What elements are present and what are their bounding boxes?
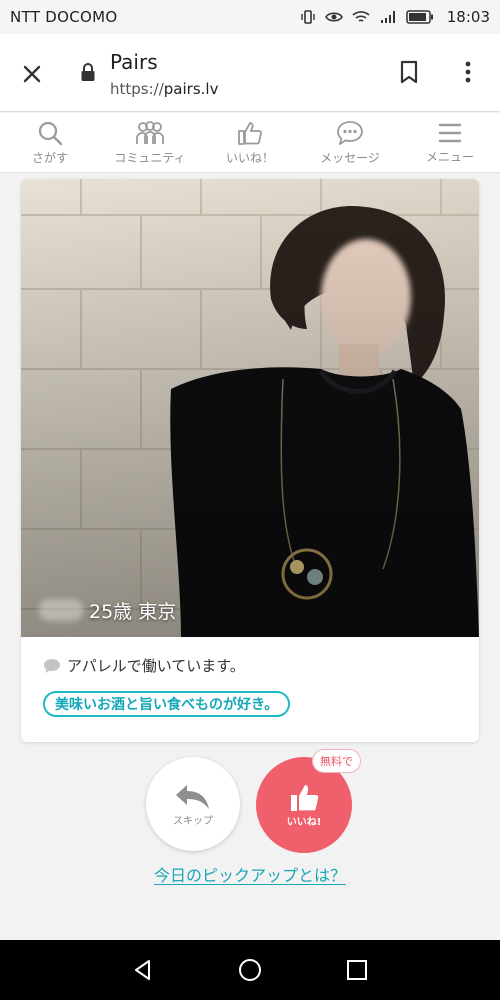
lock-icon	[81, 63, 95, 81]
nav-likes[interactable]: いいね！	[200, 113, 300, 172]
undo-arrow-icon	[176, 784, 209, 809]
clock: 18:03	[446, 8, 490, 26]
bookmark-icon	[400, 60, 418, 84]
profile-photo-illustration	[21, 179, 479, 637]
skip-label: スキップ	[173, 815, 213, 827]
menu-icon	[438, 123, 462, 142]
signal-icon	[380, 11, 395, 23]
nav-community-label: コミュニティ	[114, 150, 186, 165]
home-circle-icon	[238, 959, 261, 981]
nav-menu-label: メニュー	[425, 149, 474, 164]
carrier-name: NTT DOCOMO	[10, 8, 118, 26]
status-icons: 18:03	[300, 8, 490, 26]
skip-button[interactable]: スキップ	[146, 757, 240, 851]
battery-icon	[406, 10, 433, 24]
bookmark-button[interactable]	[396, 56, 422, 88]
profile-card[interactable]: 25歳 東京 アパレルで働いています。 美味いお酒と旨い食べものが好き。	[21, 179, 479, 742]
thumbs-up-icon	[238, 121, 262, 145]
more-vert-icon	[465, 61, 471, 83]
pickup-info-link: 今日のピックアップとは？	[0, 862, 500, 886]
home-button[interactable]	[230, 950, 270, 990]
nav-community[interactable]: コミュニティ	[100, 113, 200, 172]
back-triangle-icon	[135, 960, 151, 980]
nav-likes-label: いいね！	[225, 150, 274, 165]
search-icon	[38, 121, 63, 145]
speech-bubble-icon	[44, 658, 60, 673]
page-url: https://pairs.lv	[110, 80, 218, 98]
vibrate-icon	[301, 10, 315, 24]
like-label: いいね!	[286, 816, 322, 828]
nav-messages[interactable]: メッセージ	[300, 113, 400, 172]
thumbs-up-icon	[291, 784, 319, 811]
free-badge: 無料で	[312, 749, 361, 773]
nav-search-label: さがす	[31, 150, 68, 165]
nav-search[interactable]: さがす	[0, 113, 100, 172]
profile-tag[interactable]: 美味いお酒と旨い食べものが好き。	[43, 691, 291, 717]
close-icon	[23, 65, 41, 83]
name-blur	[39, 599, 83, 621]
profile-photo[interactable]: 25歳 東京	[21, 179, 479, 637]
profile-age-location: 25歳 東京	[89, 601, 177, 623]
more-options-button[interactable]	[456, 56, 480, 88]
pickup-info-link-text[interactable]: 今日のピックアップとは？	[154, 866, 346, 885]
main-content: 25歳 東京 アパレルで働いています。 美味いお酒と旨い食べものが好き。 スキッ…	[0, 173, 500, 940]
nav-messages-label: メッセージ	[320, 150, 380, 165]
eye-comfort-icon	[324, 12, 343, 22]
back-button[interactable]	[123, 950, 163, 990]
wifi-icon	[352, 11, 370, 22]
close-button[interactable]	[16, 58, 48, 90]
page-title: Pairs	[110, 50, 158, 74]
url-host: pairs.lv	[163, 80, 219, 98]
recents-button[interactable]	[337, 950, 377, 990]
url-scheme: https://	[110, 80, 164, 98]
profile-bio-text: アパレルで働いています。	[67, 657, 245, 675]
recents-square-icon	[346, 960, 367, 980]
message-icon	[337, 120, 363, 145]
profile-bio: アパレルで働いています。	[43, 655, 245, 676]
nav-menu[interactable]: メニュー	[400, 113, 500, 172]
system-nav-bar	[0, 940, 500, 1000]
community-icon	[136, 120, 164, 144]
browser-toolbar: Pairs https://pairs.lv	[0, 34, 500, 112]
status-bar: NTT DOCOMO 18:03	[0, 0, 500, 34]
app-nav: さがす コミュニティ いいね！ メッセージ メニュー	[0, 113, 500, 173]
